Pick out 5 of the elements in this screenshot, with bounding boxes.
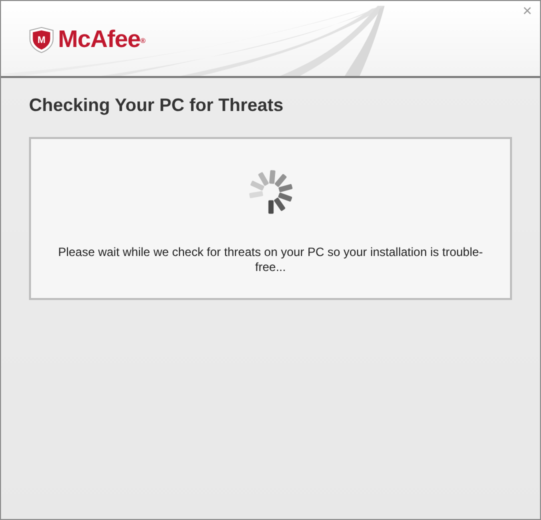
status-message: Please wait while we check for threats on your PC so your installation is trouble-free... [57, 245, 484, 275]
page-title: Checking Your PC for Threats [29, 95, 284, 116]
shield-letter: M [37, 34, 46, 46]
close-button[interactable]: × [520, 3, 534, 21]
brand-logo-text: McAfee$^{®}$ [58, 26, 146, 54]
